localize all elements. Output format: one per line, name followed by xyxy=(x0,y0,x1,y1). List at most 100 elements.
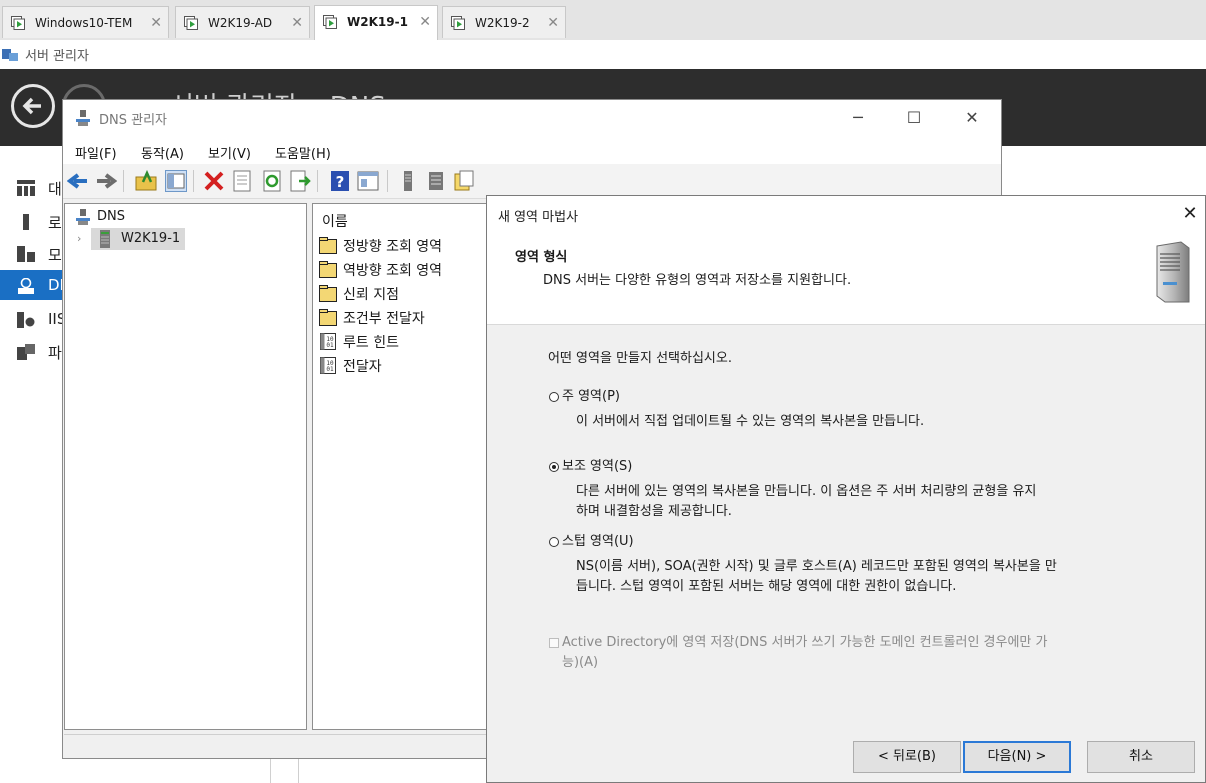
ad-store-checkbox-label: 능)(A) xyxy=(562,655,599,670)
vm-tab-w2k19-2[interactable]: W2K19-2 ✕ xyxy=(442,6,566,38)
radio-stub-zone[interactable] xyxy=(549,537,559,547)
radio-secondary-zone[interactable] xyxy=(549,462,559,472)
tree-server-label: W2K19-1 xyxy=(121,231,181,246)
dns-icon xyxy=(18,278,34,294)
dns-root-icon xyxy=(76,209,90,225)
toolbar-separator xyxy=(387,170,388,192)
server-manager-icon xyxy=(2,49,18,61)
wizard-title: 새 영역 마법사 xyxy=(498,210,579,225)
properties-icon[interactable] xyxy=(231,170,253,192)
console-tree: DNS › W2K19-1 xyxy=(64,203,307,730)
radio-primary-zone[interactable] xyxy=(549,392,559,402)
cancel-button[interactable]: 취소 xyxy=(1087,741,1195,773)
close-icon[interactable]: ✕ xyxy=(547,7,559,39)
svg-text:01: 01 xyxy=(326,366,334,373)
export-list-icon[interactable] xyxy=(289,170,311,192)
list-item-label: 정방향 조회 영역 xyxy=(343,239,443,255)
wizard-prompt: 어떤 영역을 만들지 선택하십시오. xyxy=(548,351,732,366)
radio-stub-zone-label[interactable]: 스텁 영역(U) xyxy=(562,530,634,549)
records-icon[interactable] xyxy=(425,170,447,192)
wizard-header: 영역 형식 DNS 서버는 다양한 유형의 영역과 저장소를 지원합니다. xyxy=(487,232,1205,325)
vm-tab-w2k19-1[interactable]: W2K19-1 ✕ xyxy=(314,5,438,40)
vm-icon xyxy=(11,16,25,30)
ad-store-checkbox[interactable] xyxy=(549,638,559,648)
nav-item-label: 모 xyxy=(48,246,62,264)
folder-icon xyxy=(319,237,337,254)
secondary-zone-description: 다른 서버에 있는 영역의 복사본을 만듭니다. 이 옵션은 주 서버 처리량의… xyxy=(576,484,1037,499)
back-button[interactable]: < 뒤로(B) xyxy=(853,741,961,773)
new-zone-wizard-dialog: 새 영역 마법사 ✕ 영역 형식 DNS 서버는 다양한 유형의 영역과 저장소… xyxy=(486,195,1206,783)
wizard-footer: < 뒤로(B) 다음(N) > 취소 xyxy=(487,725,1205,782)
vm-icon xyxy=(451,16,465,30)
help-icon[interactable]: ? xyxy=(329,170,351,192)
next-button[interactable]: 다음(N) > xyxy=(963,741,1071,773)
radio-secondary-zone-label[interactable]: 보조 영역(S) xyxy=(562,455,632,474)
back-icon[interactable] xyxy=(67,170,89,192)
tree-item-server[interactable]: W2K19-1 xyxy=(91,228,185,250)
folder-icon xyxy=(319,309,337,326)
close-icon[interactable]: ✕ xyxy=(419,6,431,38)
server-icon xyxy=(100,230,110,248)
menu-action[interactable]: 동작(A) xyxy=(141,143,184,162)
toolbar-separator xyxy=(123,170,124,192)
results-list: 이름 정방향 조회 영역 역방향 조회 영역 신뢰 지점 조건부 전달자 10 0… xyxy=(312,203,492,730)
delete-icon[interactable] xyxy=(203,170,225,192)
forward-icon[interactable] xyxy=(95,170,117,192)
vm-tab-strip: Windows10-TEM ✕ W2K19-AD ✕ W2K19-1 ✕ W2K… xyxy=(0,0,1206,40)
list-item-label: 전달자 xyxy=(343,359,382,375)
expand-chevron-icon[interactable]: › xyxy=(77,232,81,245)
close-icon[interactable]: ✕ xyxy=(291,7,303,39)
toolbar-separator xyxy=(317,170,318,192)
vm-tab-label: W2K19-2 xyxy=(475,16,530,30)
vm-tab-label: W2K19-1 xyxy=(347,15,408,29)
server-icon[interactable] xyxy=(397,170,419,192)
data-file-icon: 1001 xyxy=(320,333,336,350)
column-header-name[interactable]: 이름 xyxy=(322,211,348,231)
close-button[interactable]: ✕ xyxy=(1175,196,1205,232)
refresh-icon[interactable] xyxy=(261,170,283,192)
vm-tab-windows10-tem[interactable]: Windows10-TEM ✕ xyxy=(2,6,169,38)
back-button[interactable] xyxy=(11,84,55,128)
wizard-heading: 영역 형식 xyxy=(515,250,568,265)
vm-tab-label: W2K19-AD xyxy=(208,16,273,30)
vm-tab-w2k19-ad[interactable]: W2K19-AD ✕ xyxy=(175,6,310,38)
vm-icon xyxy=(323,15,337,29)
dns-manager-titlebar: DNS 관리자 ─ ☐ ✕ xyxy=(63,100,1001,136)
close-icon[interactable]: ✕ xyxy=(150,7,162,39)
local-server-icon xyxy=(23,214,29,230)
toolbar: ? xyxy=(63,164,1001,199)
server-tower-icon xyxy=(1156,241,1190,303)
svg-text:01: 01 xyxy=(326,342,334,349)
stub-zone-description: 듭니다. 스텁 영역이 포함된 서버는 해당 영역에 대한 권한이 없습니다. xyxy=(576,579,957,594)
radio-primary-zone-label[interactable]: 주 영역(P) xyxy=(562,385,620,404)
nav-item-label: 대 xyxy=(48,180,62,198)
list-item-label: 조건부 전달자 xyxy=(343,311,425,327)
zone-file-icon[interactable] xyxy=(453,170,475,192)
show-hide-tree-icon[interactable] xyxy=(165,170,187,192)
server-manager-title: 서버 관리자 xyxy=(25,49,89,64)
all-servers-icon xyxy=(17,246,35,262)
primary-zone-description: 이 서버에서 직접 업데이트될 수 있는 영역의 복사본을 만듭니다. xyxy=(576,414,925,429)
svg-text:?: ? xyxy=(336,173,345,191)
tree-root-dns[interactable]: DNS xyxy=(97,209,125,224)
maximize-button[interactable]: ☐ xyxy=(885,100,943,136)
dns-manager-icon xyxy=(76,110,90,126)
data-file-icon: 1001 xyxy=(320,357,336,374)
folder-icon xyxy=(319,261,337,278)
up-folder-icon[interactable] xyxy=(135,170,157,192)
ad-store-checkbox-label[interactable]: Active Directory에 영역 저장(DNS 서버가 쓰기 가능한 도… xyxy=(562,631,1047,650)
wizard-titlebar: 새 영역 마법사 ✕ xyxy=(487,196,1205,232)
vm-icon xyxy=(184,16,198,30)
console-view-icon[interactable] xyxy=(357,170,379,192)
file-services-icon xyxy=(17,344,35,360)
menu-file[interactable]: 파일(F) xyxy=(75,143,117,162)
close-button[interactable]: ✕ xyxy=(943,100,1001,136)
vm-tab-label: Windows10-TEM xyxy=(35,16,133,30)
minimize-button[interactable]: ─ xyxy=(829,100,887,136)
list-item-label: 루트 힌트 xyxy=(343,335,399,351)
iis-icon xyxy=(17,312,35,328)
menu-view[interactable]: 보기(V) xyxy=(208,143,251,162)
dashboard-icon xyxy=(17,180,35,196)
menu-help[interactable]: 도움말(H) xyxy=(275,143,331,162)
wizard-subheading: DNS 서버는 다양한 유형의 영역과 저장소를 지원합니다. xyxy=(543,273,852,288)
